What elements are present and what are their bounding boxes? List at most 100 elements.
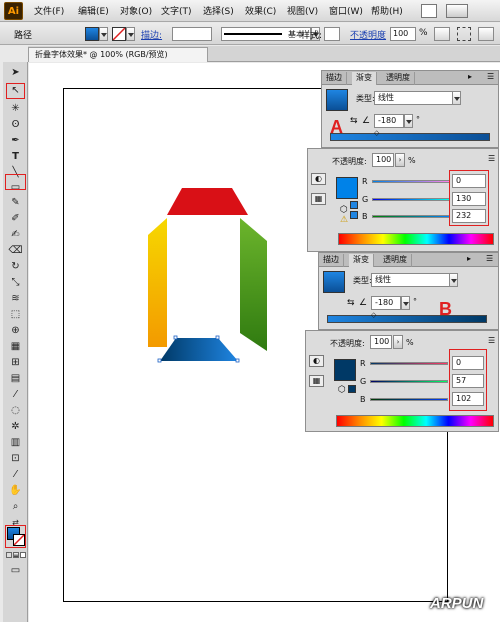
- recolor-artwork-icon[interactable]: [434, 27, 450, 41]
- bottom-blue-trapezoid[interactable]: [160, 338, 238, 361]
- perspective-grid-tool-icon[interactable]: ▦: [8, 340, 23, 354]
- current-color-swatch[interactable]: [334, 359, 356, 381]
- mesh-tool-icon[interactable]: ⊞: [8, 356, 23, 370]
- r-slider[interactable]: [370, 362, 448, 365]
- panel-menu-icon[interactable]: ☰: [486, 254, 493, 263]
- fill-swatch[interactable]: [85, 27, 99, 41]
- rotate-tool-icon[interactable]: ↻: [8, 260, 23, 274]
- gradient-type-select[interactable]: 线性: [374, 91, 454, 105]
- out-of-gamut-warning-icon[interactable]: ⚠: [340, 215, 348, 225]
- pencil-tool-icon[interactable]: ✐: [8, 212, 23, 226]
- bridge-icon[interactable]: [421, 4, 437, 18]
- tab-transparency[interactable]: 透明度: [382, 72, 415, 85]
- gradient-preview-swatch[interactable]: [326, 89, 348, 111]
- menu-view[interactable]: 视图(V): [287, 4, 318, 17]
- gamut-color-icon[interactable]: [350, 211, 358, 219]
- scale-tool-icon[interactable]: ⤡: [8, 276, 23, 290]
- panel-menu-icon[interactable]: ☰: [488, 154, 495, 163]
- gradient-preview-swatch[interactable]: [323, 271, 345, 293]
- swatches-icon[interactable]: ▦: [309, 375, 324, 387]
- b-slider[interactable]: [372, 215, 450, 218]
- menu-window[interactable]: 窗口(W): [329, 4, 363, 17]
- anchor-point[interactable]: [215, 335, 220, 340]
- color-opacity-field[interactable]: 100: [372, 153, 394, 167]
- document-tab[interactable]: 折叠字体效果* @ 100% (RGB/预览): [28, 47, 208, 62]
- gradient-type-dropdown[interactable]: [449, 273, 458, 287]
- selection-tool-icon[interactable]: ➤: [8, 66, 23, 80]
- screen-mode-icon[interactable]: ▭: [8, 564, 23, 578]
- lasso-tool-icon[interactable]: ʘ: [8, 118, 23, 132]
- column-graph-tool-icon[interactable]: ▥: [8, 436, 23, 450]
- current-color-swatch[interactable]: [336, 177, 358, 199]
- pen-tool-icon[interactable]: ✒: [8, 134, 23, 148]
- collapse-icon[interactable]: ▸: [468, 72, 472, 81]
- gradient-type-dropdown[interactable]: [452, 91, 461, 105]
- blend-tool-icon[interactable]: ◌: [8, 404, 23, 418]
- opacity-label[interactable]: 不透明度: [350, 28, 386, 41]
- color-spectrum-bar[interactable]: [336, 415, 494, 427]
- g-slider[interactable]: [370, 380, 448, 383]
- anchor-point[interactable]: [235, 358, 240, 363]
- slice-tool-icon[interactable]: ⁄: [8, 468, 23, 482]
- menu-type[interactable]: 文字(T): [161, 4, 192, 17]
- menu-object[interactable]: 对象(O): [120, 4, 152, 17]
- b-slider[interactable]: [370, 398, 448, 401]
- color-spectrum-bar[interactable]: [338, 233, 494, 245]
- gradient-ramp[interactable]: [327, 315, 487, 323]
- free-transform-tool-icon[interactable]: ⬚: [8, 308, 23, 322]
- artboard-tool-icon[interactable]: ⊡: [8, 452, 23, 466]
- tab-gradient[interactable]: 渐变: [349, 254, 374, 267]
- type-tool-icon[interactable]: T: [8, 150, 23, 164]
- angle-dropdown[interactable]: [404, 114, 413, 128]
- tab-transparency[interactable]: 透明度: [379, 254, 412, 267]
- color-guide-icon[interactable]: ◐: [311, 173, 326, 185]
- top-red-trapezoid[interactable]: [167, 188, 248, 215]
- menu-select[interactable]: 选择(S): [203, 4, 234, 17]
- menu-file[interactable]: 文件(F): [34, 4, 64, 17]
- align-icon[interactable]: [457, 27, 471, 41]
- arrange-documents-icon[interactable]: [446, 4, 468, 18]
- web-color-cube-icon[interactable]: ⬡: [340, 205, 348, 215]
- tab-gradient[interactable]: 渐变: [352, 72, 377, 85]
- web-color-cube-icon[interactable]: ⬡: [338, 385, 346, 395]
- panel-menu-icon[interactable]: ☰: [488, 336, 495, 345]
- color-mode-icon[interactable]: [6, 552, 12, 558]
- paintbrush-tool-icon[interactable]: ✎: [8, 196, 23, 210]
- shape-builder-tool-icon[interactable]: ⊕: [8, 324, 23, 338]
- angle-dropdown[interactable]: [401, 296, 410, 310]
- color-guide-icon[interactable]: ◐: [309, 355, 324, 367]
- left-yellow-bar[interactable]: [148, 218, 167, 347]
- symbol-sprayer-tool-icon[interactable]: ✲: [8, 420, 23, 434]
- opacity-arrow-icon[interactable]: ›: [395, 153, 405, 167]
- magic-wand-tool-icon[interactable]: ✳: [8, 102, 23, 116]
- menu-effect[interactable]: 效果(C): [245, 4, 276, 17]
- color-opacity-field[interactable]: 100: [370, 335, 392, 349]
- blob-brush-tool-icon[interactable]: ✍: [8, 228, 23, 242]
- gradient-angle-field[interactable]: -180: [374, 114, 404, 128]
- stroke-label[interactable]: 描边:: [141, 28, 162, 41]
- swatches-icon[interactable]: ▦: [311, 193, 326, 205]
- warp-tool-icon[interactable]: ≋: [8, 292, 23, 306]
- g-slider[interactable]: [372, 198, 450, 201]
- opacity-arrow-icon[interactable]: ›: [393, 335, 403, 349]
- transform-icon[interactable]: [478, 27, 494, 41]
- gradient-ramp[interactable]: [330, 133, 490, 141]
- gradient-mode-icon[interactable]: [13, 552, 19, 558]
- zoom-tool-icon[interactable]: ⌕: [8, 500, 23, 514]
- reverse-gradient-icon[interactable]: ⇆: [350, 116, 358, 126]
- gradient-midpoint[interactable]: ◇: [371, 311, 376, 319]
- gradient-midpoint[interactable]: ◇: [374, 129, 379, 137]
- anchor-point[interactable]: [173, 335, 178, 340]
- menu-edit[interactable]: 编辑(E): [78, 4, 109, 17]
- eyedropper-tool-icon[interactable]: ⁄: [8, 388, 23, 402]
- anchor-point[interactable]: [157, 358, 162, 363]
- panel-menu-icon[interactable]: ☰: [487, 72, 494, 81]
- menu-help[interactable]: 帮助(H): [371, 4, 403, 17]
- tab-stroke[interactable]: 描边: [319, 254, 344, 267]
- hand-tool-icon[interactable]: ✋: [8, 484, 23, 498]
- eraser-tool-icon[interactable]: ⌫: [8, 244, 23, 258]
- gradient-tool-icon[interactable]: ▤: [8, 372, 23, 386]
- tab-stroke[interactable]: 描边: [322, 72, 347, 85]
- opacity-field[interactable]: 100: [390, 27, 416, 41]
- gradient-angle-field[interactable]: -180: [371, 296, 401, 310]
